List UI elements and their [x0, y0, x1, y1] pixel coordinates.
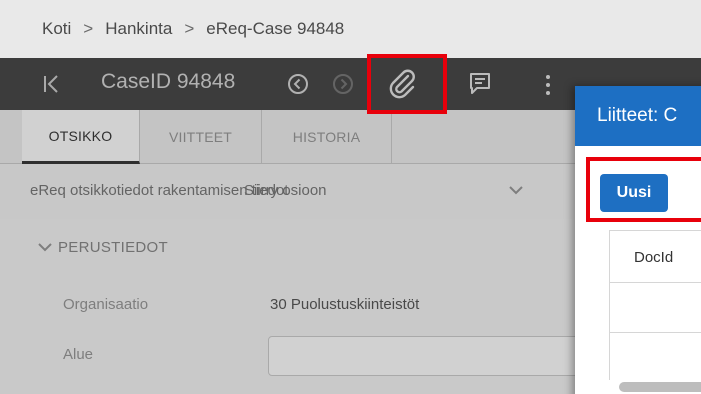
- chevron-down-icon: [509, 186, 523, 195]
- breadcrumb-item-procurement[interactable]: Hankinta: [105, 19, 172, 39]
- paperclip-icon: [389, 69, 415, 99]
- more-menu-icon[interactable]: [542, 72, 554, 98]
- attachments-grid: DocId: [609, 230, 701, 380]
- comments-icon[interactable]: [467, 70, 493, 96]
- attachments-button[interactable]: [378, 58, 426, 110]
- attachments-panel-title: Liitteet: C: [575, 86, 701, 146]
- breadcrumb-item-case[interactable]: eReq-Case 94848: [206, 19, 344, 39]
- case-title: CaseID 94848: [101, 70, 236, 93]
- breadcrumb: Koti > Hankinta > eReq-Case 94848: [0, 0, 701, 58]
- area-label: Alue: [63, 346, 94, 363]
- next-circle-icon[interactable]: [332, 73, 354, 95]
- organization-label: Organisaatio: [63, 296, 149, 313]
- attachments-panel: Liitteet: C Uusi DocId: [575, 86, 701, 394]
- docid-column-header[interactable]: DocId: [634, 249, 673, 266]
- horizontal-scrollbar[interactable]: [619, 382, 701, 392]
- section-title: PERUSTIEDOT: [58, 239, 168, 256]
- chevron-down-icon: [38, 243, 52, 252]
- breadcrumb-separator: >: [184, 19, 195, 38]
- grid-row-divider: [610, 230, 701, 231]
- organization-value: 30 Puolustuskiinteistöt: [270, 296, 420, 313]
- collapse-left-icon[interactable]: [40, 72, 64, 96]
- new-attachment-button[interactable]: Uusi: [600, 174, 668, 212]
- breadcrumb-item-home[interactable]: Koti: [42, 19, 71, 39]
- grid-row-divider: [610, 332, 701, 333]
- section-jump-overlay-text: Siirry osioon: [244, 182, 327, 199]
- tab-otsikko[interactable]: OTSIKKO: [22, 110, 140, 164]
- previous-circle-icon[interactable]: [287, 73, 309, 95]
- tab-viitteet[interactable]: VIITTEET: [140, 110, 262, 164]
- section-header[interactable]: PERUSTIEDOT: [38, 239, 168, 256]
- breadcrumb-separator: >: [83, 19, 94, 38]
- grid-row-divider: [610, 282, 701, 283]
- area-input[interactable]: [268, 336, 588, 376]
- tab-historia[interactable]: HISTORIA: [262, 110, 392, 164]
